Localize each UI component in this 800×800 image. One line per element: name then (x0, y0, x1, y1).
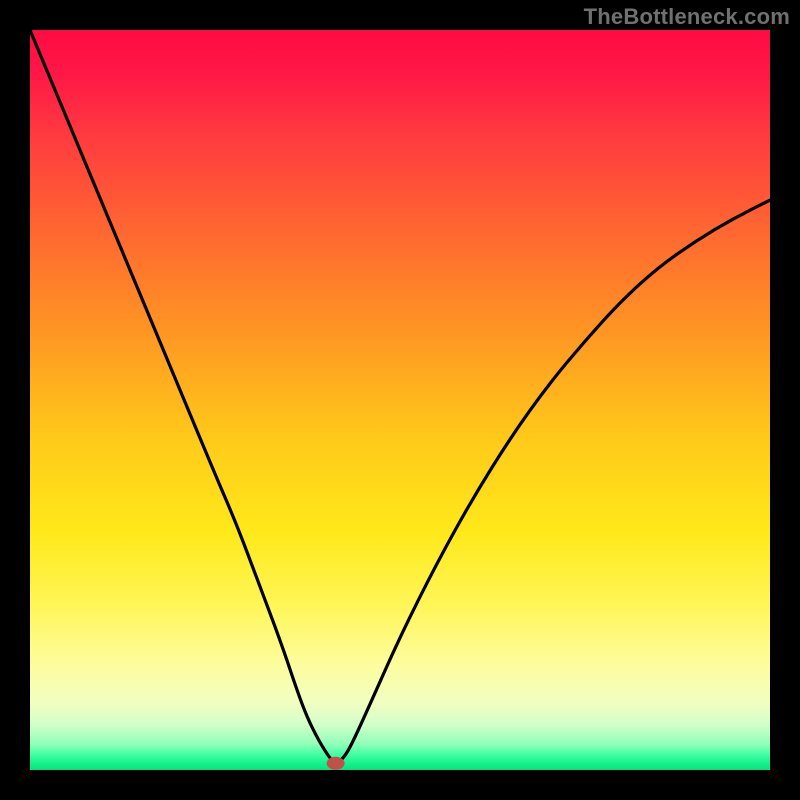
bottleneck-curve (30, 30, 770, 770)
minimum-marker (327, 757, 345, 770)
chart-frame: TheBottleneck.com (0, 0, 800, 800)
watermark-label: TheBottleneck.com (584, 4, 790, 30)
curve-path (30, 30, 770, 762)
plot-area (30, 30, 770, 770)
